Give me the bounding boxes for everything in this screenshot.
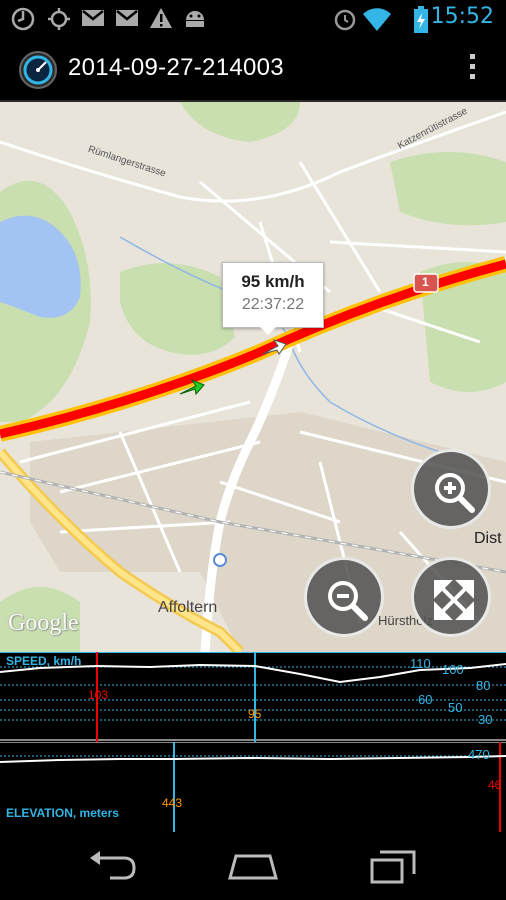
android-icon xyxy=(186,11,204,27)
google-logo: Google xyxy=(8,610,79,636)
speed-tick: 110 xyxy=(410,656,431,671)
wifi-icon xyxy=(363,8,391,31)
town-label: Affoltern xyxy=(158,599,218,616)
speed-chart-label: SPEED, km/h xyxy=(6,654,82,668)
clock: 15:52 xyxy=(430,4,494,29)
sync-icon xyxy=(11,7,35,31)
warning-icon xyxy=(150,8,172,28)
elevation-chart[interactable]: ELEVATION, meters 470 443 46 xyxy=(0,742,506,832)
place-label: Dist xyxy=(474,530,502,547)
map-view[interactable]: Rümlangerstrasse Katzenrütistrasse 1 Aff… xyxy=(0,102,506,652)
elevation-marker-cursor: 443 xyxy=(162,796,183,810)
fit-bounds-button[interactable] xyxy=(411,557,491,637)
gmail-icon xyxy=(116,10,138,26)
navigation-bar xyxy=(0,832,506,900)
gmail-icon xyxy=(82,10,104,26)
speed-tick: 30 xyxy=(478,712,493,727)
page-title: 2014-09-27-214003 xyxy=(68,54,284,81)
status-bar: 15:52 xyxy=(0,0,506,36)
elevation-marker-right: 46 xyxy=(488,778,502,792)
battery-charging-icon xyxy=(414,6,428,33)
action-bar: 2014-09-27-214003 xyxy=(0,36,506,102)
speed-marker-left: 103 xyxy=(88,688,109,702)
train-station-icon xyxy=(213,553,227,567)
speed-tick: 100 xyxy=(442,662,464,677)
fit-bounds-icon xyxy=(434,580,474,620)
zoom-in-icon xyxy=(435,473,475,513)
zoom-in-button[interactable] xyxy=(411,449,491,529)
callout-speed: 95 km/h xyxy=(241,272,305,291)
speed-tick: 80 xyxy=(476,678,491,693)
back-icon[interactable] xyxy=(86,848,138,884)
speed-chart[interactable]: SPEED, km/h 110 100 80 60 50 30 103 95 xyxy=(0,652,506,742)
recent-apps-icon[interactable] xyxy=(368,848,420,884)
elevation-tick: 470 xyxy=(468,747,490,762)
home-icon[interactable] xyxy=(226,848,280,884)
speed-tick: 50 xyxy=(448,700,463,715)
zoom-out-button[interactable] xyxy=(304,557,384,637)
track-point-callout[interactable]: 95 km/h 22:37:22 xyxy=(222,262,324,328)
overflow-menu-icon[interactable] xyxy=(470,54,478,84)
speedometer-icon[interactable] xyxy=(18,50,58,90)
gps-icon xyxy=(48,8,70,30)
alarm-icon xyxy=(334,9,356,31)
callout-time: 22:37:22 xyxy=(241,296,305,313)
speed-marker-cursor: 95 xyxy=(248,707,262,721)
speed-tick: 60 xyxy=(418,692,433,707)
route-shield-label: 1 xyxy=(422,275,429,289)
callout-tail xyxy=(258,325,278,335)
elevation-chart-label: ELEVATION, meters xyxy=(6,806,119,820)
zoom-out-icon xyxy=(328,581,368,621)
